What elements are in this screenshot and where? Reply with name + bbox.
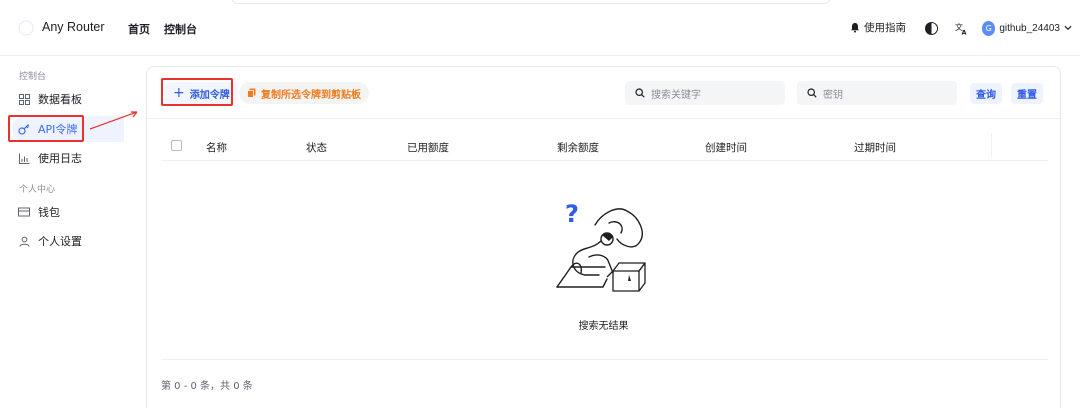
column-status[interactable]: 状态 — [306, 140, 327, 155]
sidebar-item-label: API令牌 — [38, 123, 78, 136]
annotation-arrow-icon — [89, 111, 138, 130]
tokens-card: + 添加令牌 复制所选令牌到剪贴板 搜索关键字 密钥 查询 重置 名称 状态 已… — [146, 66, 1061, 408]
select-all-checkbox[interactable] — [171, 140, 182, 151]
copy-tokens-label: 复制所选令牌到剪贴板 — [261, 89, 361, 101]
top-header: Any Router 首页 控制台 使用指南 文 A G github_2440… — [0, 0, 1080, 56]
add-token-button[interactable]: + 添加令牌 — [165, 82, 238, 104]
toolbar: + 添加令牌 复制所选令牌到剪贴板 搜索关键字 密钥 查询 重置 — [147, 67, 1060, 119]
search-keyword-input[interactable]: 搜索关键字 — [625, 81, 785, 105]
wallet-icon — [18, 206, 30, 218]
sidebar-item-label: 钱包 — [38, 206, 60, 219]
column-created-time[interactable]: 创建时间 — [705, 140, 747, 155]
search-keyword-placeholder: 搜索关键字 — [651, 89, 701, 101]
sidebar-item-wallet[interactable]: 钱包 — [12, 199, 122, 225]
translate-icon[interactable]: 文 A — [952, 19, 970, 37]
plus-icon: + — [173, 85, 185, 101]
column-expire-time[interactable]: 过期时间 — [854, 140, 896, 155]
search-key-input[interactable]: 密钥 — [797, 81, 957, 105]
chevron-down-icon — [1064, 25, 1072, 31]
search-key-placeholder: 密钥 — [823, 89, 843, 101]
app-name: Any Router — [42, 20, 105, 34]
column-divider — [991, 133, 992, 157]
column-used-quota[interactable]: 已用额度 — [407, 140, 449, 155]
sidebar-item-label: 数据看板 — [38, 93, 82, 106]
empty-search-illustration: ? — [556, 197, 646, 292]
key-icon — [18, 123, 30, 135]
sidebar-section-personal: 个人中心 — [19, 185, 56, 195]
dashboard-grid-icon — [18, 93, 30, 105]
sidebar-item-usage-logs[interactable]: 使用日志 — [12, 145, 122, 171]
bell-icon — [851, 23, 859, 33]
column-name[interactable]: 名称 — [206, 140, 227, 155]
search-icon — [807, 88, 817, 98]
browser-edge — [232, 0, 830, 4]
svg-text:A: A — [961, 28, 966, 35]
reset-button[interactable]: 重置 — [1011, 83, 1043, 104]
column-remaining-quota[interactable]: 剩余额度 — [557, 140, 599, 155]
search-icon — [635, 88, 645, 98]
sidebar-item-label: 使用日志 — [38, 152, 82, 165]
sidebar-item-settings[interactable]: 个人设置 — [12, 228, 122, 254]
add-token-label: 添加令牌 — [189, 89, 230, 101]
nav-console[interactable]: 控制台 — [164, 21, 197, 37]
user-icon — [18, 235, 30, 247]
app-logo-icon — [18, 20, 34, 36]
query-button[interactable]: 查询 — [970, 83, 1002, 104]
guide-link[interactable]: 使用指南 — [850, 20, 906, 35]
sidebar-section-console: 控制台 — [19, 72, 47, 82]
footer-divider — [161, 359, 1048, 360]
svg-text:?: ? — [565, 200, 579, 228]
empty-message: 搜索无结果 — [578, 321, 629, 332]
pagination-summary: 第 0 - 0 条，共 0 条 — [161, 381, 253, 392]
table-header: 名称 状态 已用额度 剩余额度 创建时间 过期时间 — [161, 133, 1048, 161]
copy-tokens-button[interactable]: 复制所选令牌到剪贴板 — [239, 82, 369, 104]
copy-icon — [247, 88, 256, 98]
nav-home[interactable]: 首页 — [128, 21, 150, 37]
user-menu[interactable]: G github_24403 — [982, 17, 1072, 39]
avatar: G — [982, 20, 996, 36]
theme-toggle-icon[interactable] — [922, 19, 940, 37]
bar-chart-icon — [18, 152, 30, 164]
guide-label: 使用指南 — [864, 22, 906, 34]
sidebar-item-label: 个人设置 — [38, 235, 82, 248]
username: github_24403 — [999, 22, 1060, 34]
